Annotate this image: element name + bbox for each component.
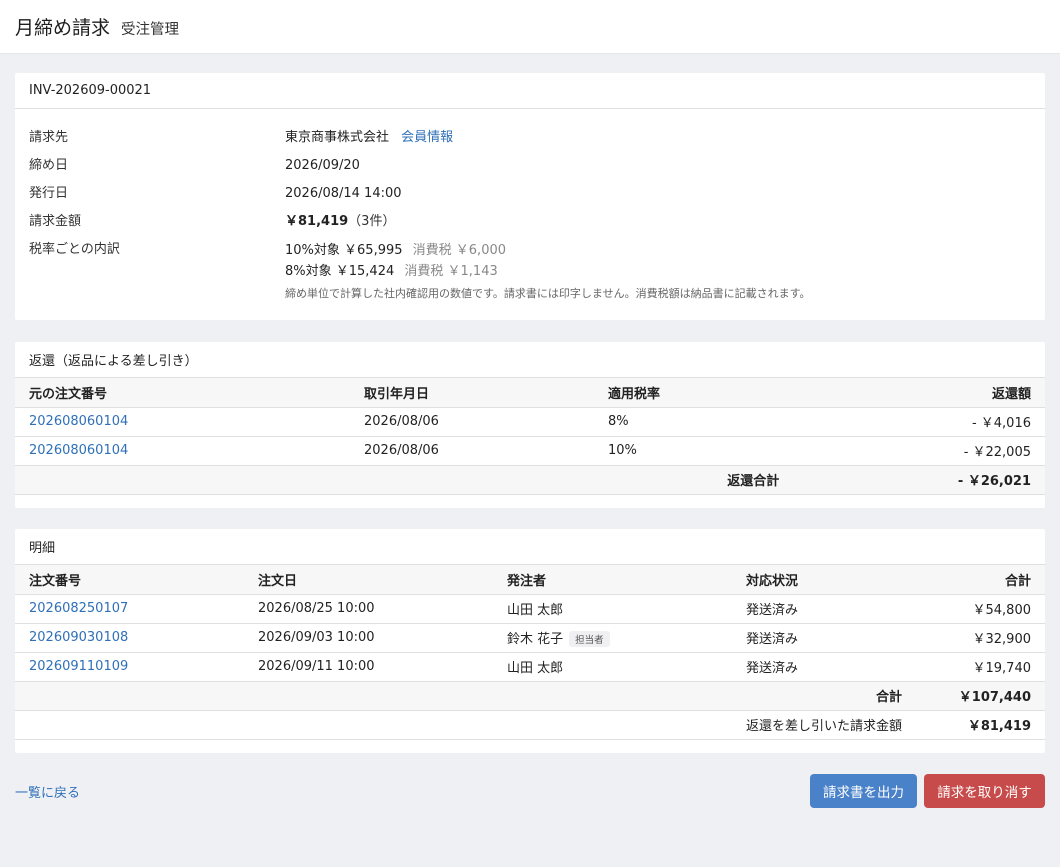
returns-col-rate: 適用税率: [594, 378, 794, 408]
order-status: 発送済み: [732, 652, 917, 682]
returns-table: 元の注文番号 取引年月日 適用税率 返還額 202608060104 2026/…: [15, 378, 1045, 495]
orderer: 鈴木 花子: [507, 631, 564, 647]
role-badge: 担当者: [569, 631, 610, 648]
order-total: ￥54,800: [916, 594, 1045, 624]
orderer: 山田 太郎: [493, 594, 732, 624]
items-col-order: 注文番号: [15, 565, 244, 595]
order-status: 発送済み: [732, 623, 917, 653]
order-status: 発送済み: [732, 594, 917, 624]
invoice-summary-card: INV-202609-00021 請求先 東京商事株式会社 会員情報 締め日 2…: [15, 73, 1045, 320]
tax-8-target: 8%対象 ￥15,424: [285, 264, 395, 279]
table-row: 202609110109 2026/09/11 10:00 山田 太郎 発送済み…: [15, 652, 1045, 682]
tax-breakdown-label: 税率ごとの内訳: [29, 242, 120, 257]
return-order-link[interactable]: 202608060104: [29, 414, 128, 429]
back-to-list-link[interactable]: 一覧に戻る: [15, 782, 80, 801]
return-amount: - ￥22,005: [793, 436, 1045, 466]
tax-10-target: 10%対象 ￥65,995: [285, 243, 403, 258]
app-header: 月締め請求 受注管理: [0, 0, 1060, 54]
amount-row: 請求金額 ￥81,419（3件）: [29, 208, 1031, 236]
order-date: 2026/09/11 10:00: [244, 652, 493, 682]
order-date: 2026/08/25 10:00: [244, 594, 493, 624]
items-col-total: 合計: [916, 565, 1045, 595]
page-subtitle: 受注管理: [121, 21, 180, 38]
order-link[interactable]: 202608250107: [29, 601, 128, 616]
amount-count: （3件）: [348, 214, 396, 229]
return-order-link[interactable]: 202608060104: [29, 443, 128, 458]
returns-total-row: 返還合計 - ￥26,021: [15, 465, 1045, 495]
closing-date-row: 締め日 2026/09/20: [29, 152, 1031, 180]
order-link[interactable]: 202609110109: [29, 659, 128, 674]
items-subtotal-row: 合計 ￥107,440: [15, 681, 1045, 711]
invoice-number: INV-202609-00021: [15, 73, 1045, 109]
items-subtotal-value: ￥107,440: [916, 681, 1045, 711]
cancel-invoice-button[interactable]: 請求を取り消す: [924, 774, 1045, 808]
tax-note: 締め単位で計算した社内確認用の数値です。請求書には印字しません。消費税額は納品書…: [285, 287, 811, 300]
items-table: 注文番号 注文日 発注者 対応状況 合計 202608250107 2026/0…: [15, 565, 1045, 740]
table-row: 202608060104 2026/08/06 10% - ￥22,005: [15, 436, 1045, 466]
order-date: 2026/09/03 10:00: [244, 623, 493, 653]
net-amount-label: 返還を差し引いた請求金額: [732, 710, 917, 740]
items-header-row: 注文番号 注文日 発注者 対応状況 合計: [15, 565, 1045, 595]
items-card: 明細 注文番号 注文日 発注者 対応状況 合計 202608250107 202…: [15, 529, 1045, 753]
amount-label: 請求金額: [29, 214, 82, 229]
return-date: 2026/08/06: [350, 436, 594, 466]
billing-to-row: 請求先 東京商事株式会社 会員情報: [29, 124, 1031, 152]
table-row: 202609030108 2026/09/03 10:00 鈴木 花子 担当者 発…: [15, 623, 1045, 653]
items-subtotal-label: 合計: [732, 681, 917, 711]
returns-total-label: 返還合計: [594, 465, 794, 495]
return-rate: 8%: [594, 407, 794, 437]
closing-date-label: 締め日: [29, 158, 69, 173]
billing-to-label: 請求先: [29, 130, 69, 145]
member-info-link[interactable]: 会員情報: [401, 130, 453, 145]
items-net-row: 返還を差し引いた請求金額 ￥81,419: [15, 710, 1045, 740]
billing-to-value: 東京商事株式会社: [285, 130, 390, 145]
returns-col-amount: 返還額: [793, 378, 1045, 408]
returns-col-order: 元の注文番号: [15, 378, 350, 408]
table-row: 202608060104 2026/08/06 8% - ￥4,016: [15, 407, 1045, 437]
table-row: 202608250107 2026/08/25 10:00 山田 太郎 発送済み…: [15, 594, 1045, 624]
closing-date-value: 2026/09/20: [285, 158, 360, 173]
items-title: 明細: [15, 529, 1045, 565]
returns-card: 返還（返品による差し引き） 元の注文番号 取引年月日 適用税率 返還額 2026…: [15, 342, 1045, 508]
issued-date-label: 発行日: [29, 186, 69, 201]
tax-10-tax: 消費税 ￥6,000: [412, 243, 507, 258]
tax-8-line: 8%対象 ￥15,424 消費税 ￥1,143: [285, 261, 810, 282]
net-amount-value: ￥81,419: [916, 710, 1045, 740]
items-col-status: 対応状況: [732, 565, 917, 595]
amount-value: ￥81,419: [285, 214, 349, 229]
tax-10-line: 10%対象 ￥65,995 消費税 ￥6,000: [285, 240, 810, 261]
export-invoice-button[interactable]: 請求書を出力: [810, 774, 917, 808]
orderer: 山田 太郎: [493, 652, 732, 682]
returns-header-row: 元の注文番号 取引年月日 適用税率 返還額: [15, 378, 1045, 408]
order-total: ￥19,740: [916, 652, 1045, 682]
return-amount: - ￥4,016: [793, 407, 1045, 437]
tax-8-tax: 消費税 ￥1,143: [404, 264, 498, 279]
items-col-orderer: 発注者: [493, 565, 732, 595]
return-date: 2026/08/06: [350, 407, 594, 437]
return-rate: 10%: [594, 436, 794, 466]
order-link[interactable]: 202609030108: [29, 630, 128, 645]
page-title: 月締め請求: [15, 17, 111, 39]
issued-date-value: 2026/08/14 14:00: [285, 186, 402, 201]
tax-breakdown-row: 税率ごとの内訳 10%対象 ￥65,995 消費税 ￥6,000 8%対象 ￥1…: [29, 236, 1031, 304]
issued-date-row: 発行日 2026/08/14 14:00: [29, 180, 1031, 208]
order-total: ￥32,900: [916, 623, 1045, 653]
returns-col-date: 取引年月日: [350, 378, 594, 408]
returns-title: 返還（返品による差し引き）: [15, 342, 1045, 378]
items-col-date: 注文日: [244, 565, 493, 595]
returns-total-value: - ￥26,021: [793, 465, 1045, 495]
